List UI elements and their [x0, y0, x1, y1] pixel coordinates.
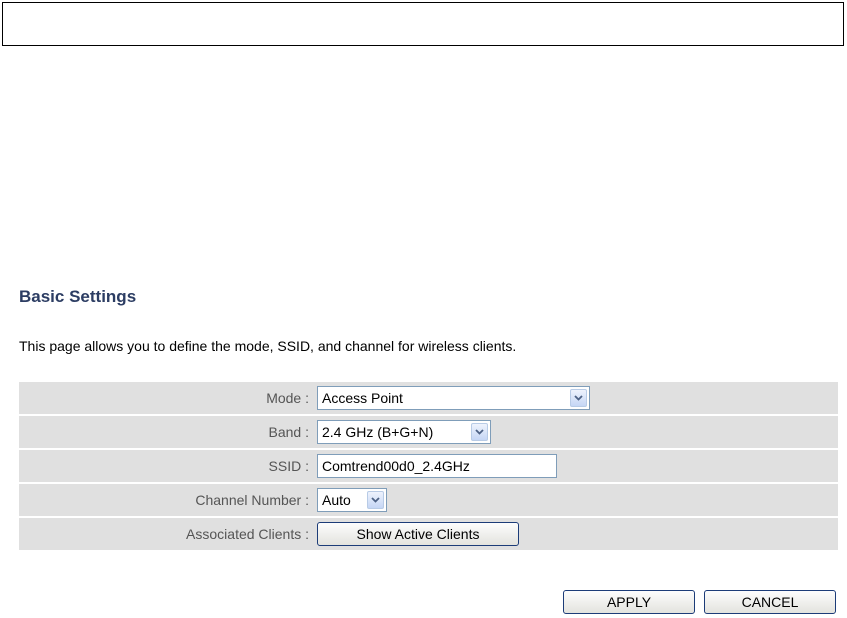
apply-button[interactable]: APPLY [563, 590, 695, 614]
ssid-input[interactable] [317, 454, 557, 478]
clients-label: Associated Clients : [19, 518, 313, 550]
channel-select[interactable]: Auto [317, 488, 387, 512]
page-description: This page allows you to define the mode,… [19, 338, 517, 354]
mode-select-value: Access Point [322, 390, 403, 406]
page-title: Basic Settings [19, 287, 137, 306]
show-active-clients-button[interactable]: Show Active Clients [317, 522, 519, 546]
channel-select-value: Auto [322, 492, 351, 508]
channel-row: Channel Number : Auto [19, 484, 838, 516]
band-label: Band : [19, 416, 313, 448]
mode-select[interactable]: Access Point [317, 386, 590, 410]
mode-label: Mode : [19, 382, 313, 414]
band-select[interactable]: 2.4 GHz (B+G+N) [317, 420, 491, 444]
clients-row: Associated Clients : Show Active Clients [19, 518, 838, 550]
channel-label: Channel Number : [19, 484, 313, 516]
ssid-label: SSID : [19, 450, 313, 482]
mode-row: Mode : Access Point [19, 382, 838, 414]
header-frame [2, 2, 844, 46]
cancel-button[interactable]: CANCEL [704, 590, 836, 614]
chevron-down-icon[interactable] [367, 491, 384, 509]
band-row: Band : 2.4 GHz (B+G+N) [19, 416, 838, 448]
settings-table: Mode : Access Point Band : 2.4 GHz (B+G+… [19, 380, 838, 552]
band-select-value: 2.4 GHz (B+G+N) [322, 424, 434, 440]
chevron-down-icon[interactable] [471, 423, 488, 441]
chevron-down-icon[interactable] [570, 389, 587, 407]
ssid-row: SSID : [19, 450, 838, 482]
